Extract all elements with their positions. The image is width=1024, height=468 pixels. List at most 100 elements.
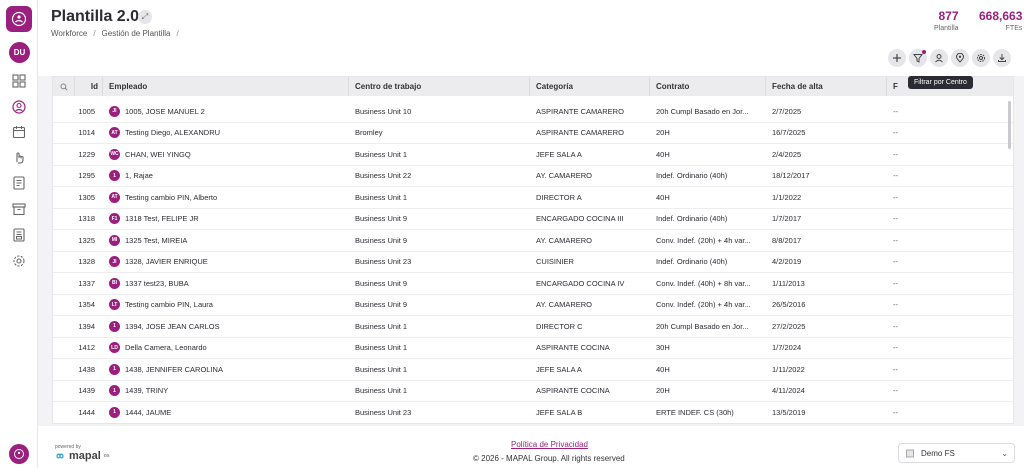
employee-name: Testing cambio PIN, Alberto: [125, 192, 218, 202]
table-row[interactable]: 1005 JI 1005, JOSE MANUEL 2 Business Unit 1…: [53, 101, 1013, 123]
cell-empleado[interactable]: 1 1444, JAUME: [103, 406, 349, 418]
table-row[interactable]: 1295 1 1, Rajae Business Unit 22 AY. CAMARER…: [53, 166, 1013, 187]
cell-empleado[interactable]: AT Testing cambio PIN, Alberto: [103, 191, 349, 203]
table-row[interactable]: 1229 WC CHAN, WEI YINGQ Business Unit 1 JEFE…: [53, 144, 1013, 166]
download-button[interactable]: [993, 49, 1011, 67]
cell-fecha-alta: 1/7/2024: [772, 343, 802, 353]
employee-name: 1439, TRINY: [125, 386, 169, 396]
company-selector[interactable]: Demo FS ⌄: [898, 443, 1015, 463]
cell-fecha-baja: --: [893, 128, 898, 138]
table-row[interactable]: 1438 1 1438, JENNIFER CAROLINA Business Uni…: [53, 359, 1013, 381]
employee-avatar: 1: [109, 320, 120, 332]
download-icon: [998, 54, 1006, 62]
table-row[interactable]: 1354 LT Testing cambio PIN, Laura Business …: [53, 295, 1013, 316]
table-scrollbar[interactable]: [1008, 101, 1011, 149]
hand-touch-icon[interactable]: [11, 149, 27, 165]
archive-icon[interactable]: [11, 201, 27, 217]
table-row[interactable]: 1305 AT Testing cambio PIN, Alberto Busines…: [53, 187, 1013, 209]
cell-fecha-baja: --: [893, 192, 898, 202]
filter-by-center-button[interactable]: [930, 49, 948, 67]
cell-empleado[interactable]: LD Della Camera, Leonardo: [103, 342, 349, 354]
privacy-policy-link[interactable]: Política de Privacidad: [511, 440, 588, 449]
cell-contrato: 40H: [656, 192, 670, 202]
dashboard-icon[interactable]: [11, 73, 27, 89]
app-logo-icon[interactable]: [6, 6, 32, 32]
table-row[interactable]: 1394 1 1394, JOSE JEAN CARLOS Business Unit…: [53, 316, 1013, 338]
stat-ftes: 668,663 FTEs: [979, 9, 1022, 32]
cell-fecha-alta: 1/11/2013: [772, 278, 805, 288]
cell-fecha-alta: 1/1/2022: [772, 192, 802, 202]
table-row[interactable]: 1439 1 1439, TRINY Business Unit 1 ASPIRANTE…: [53, 381, 1013, 402]
cell-fecha-alta: 8/8/2017: [772, 235, 802, 245]
cell-id: 1325: [78, 235, 95, 245]
cell-fecha-alta: 13/5/2019: [772, 407, 806, 417]
cell-categoria: DIRECTOR A: [536, 192, 582, 202]
cell-empleado[interactable]: LT Testing cambio PIN, Laura: [103, 299, 349, 311]
document-list-icon[interactable]: [11, 227, 27, 243]
column-header-categoria[interactable]: Categoría: [530, 77, 650, 96]
cell-fecha-alta: 2/4/2025: [772, 149, 802, 159]
cell-empleado[interactable]: 1 1438, JENNIFER CAROLINA: [103, 363, 349, 375]
cell-id: 1337: [78, 278, 95, 288]
calendar-icon[interactable]: [11, 124, 27, 140]
table-row[interactable]: 1337 BI 1337 test23, BUBA Business Unit 9 EN…: [53, 273, 1013, 295]
cell-fecha-baja: --: [893, 214, 898, 224]
cell-fecha-alta: 26/5/2016: [772, 300, 806, 310]
user-circle-icon[interactable]: [11, 99, 27, 115]
cell-empleado[interactable]: 1 1394, JOSE JEAN CARLOS: [103, 320, 349, 332]
column-header-empleado[interactable]: Empleado: [103, 77, 349, 96]
settings-gear-icon[interactable]: [11, 253, 27, 269]
table-row[interactable]: 1444 1 1444, JAUME Business Unit 23 JEFE SAL…: [53, 402, 1013, 423]
filter-icon: [913, 54, 923, 63]
filter-active-dot: [922, 50, 926, 54]
user-avatar[interactable]: DU: [9, 42, 30, 63]
table-row[interactable]: 1318 F1 1318 Test, FELIPE JR Business Unit …: [53, 209, 1013, 230]
cell-categoria: ENCARGADO COCINA III: [536, 214, 624, 224]
cell-centro: Business Unit 10: [355, 106, 412, 116]
brand-badge-icon[interactable]: [9, 444, 29, 464]
table-row[interactable]: 1412 LD Della Camera, Leonardo Business Uni…: [53, 338, 1013, 359]
settings-button[interactable]: [972, 49, 990, 67]
column-header-fecha-alta[interactable]: Fecha de alta: [766, 77, 887, 96]
table-header: Id Empleado Centro de trabajo Categoría …: [53, 77, 1013, 96]
cell-empleado[interactable]: 1 1, Rajae: [103, 170, 349, 182]
cell-contrato: 40H: [656, 149, 670, 159]
cell-categoria: ENCARGADO COCINA IV: [536, 278, 625, 288]
report-icon[interactable]: [11, 175, 27, 191]
cell-centro: Business Unit 1: [355, 386, 408, 396]
table-row[interactable]: 1014 AT Testing Diego, ALEXANDRU Bromley ASP…: [53, 123, 1013, 144]
cell-centro: Business Unit 1: [355, 149, 408, 159]
cell-empleado[interactable]: BI 1337 test23, BUBA: [103, 277, 349, 289]
column-header-contrato[interactable]: Contrato: [650, 77, 766, 96]
location-user-button[interactable]: [951, 49, 969, 67]
cell-centro: Business Unit 1: [355, 364, 408, 374]
cell-empleado[interactable]: F1 1318 Test, FELIPE JR: [103, 213, 349, 225]
expand-icon[interactable]: ⤢: [138, 10, 152, 24]
cell-contrato: Indef. Ordinario (40h): [656, 171, 728, 181]
breadcrumb-gestion[interactable]: Gestión de Plantilla: [102, 29, 171, 38]
filter-button[interactable]: [909, 49, 927, 67]
cell-id: 1394: [78, 321, 95, 331]
cell-empleado[interactable]: 1 1439, TRINY: [103, 385, 349, 397]
cell-categoria: ASPIRANTE COCINA: [536, 386, 610, 396]
cell-empleado[interactable]: MI 1325 Test, MIREIA: [103, 234, 349, 246]
employee-name: Testing cambio PIN, Laura: [125, 300, 213, 310]
employee-avatar: 1: [109, 363, 120, 375]
cell-centro: Business Unit 23: [355, 257, 412, 267]
cell-empleado[interactable]: AT Testing Diego, ALEXANDRU: [103, 127, 349, 139]
column-header-centro[interactable]: Centro de trabajo: [349, 77, 530, 96]
cell-categoria: CUISINIER: [536, 257, 574, 267]
employee-avatar: JI: [109, 256, 120, 268]
cell-empleado[interactable]: JI 1328, JAVIER ENRIQUE: [103, 256, 349, 268]
column-header-id[interactable]: Id: [75, 77, 103, 96]
cell-empleado[interactable]: WC CHAN, WEI YINGQ: [103, 148, 349, 160]
table-search-icon[interactable]: [53, 77, 75, 96]
table-row[interactable]: 1328 JI 1328, JAVIER ENRIQUE Business Unit …: [53, 252, 1013, 273]
cell-empleado[interactable]: JI 1005, JOSE MANUEL 2: [103, 105, 349, 117]
breadcrumb-workforce[interactable]: Workforce: [51, 29, 87, 38]
employee-name: 1325 Test, MIREIA: [125, 235, 188, 245]
add-button[interactable]: [888, 49, 906, 67]
cell-contrato: Indef. Ordinario (40h): [656, 257, 728, 267]
table-row[interactable]: 1325 MI 1325 Test, MIREIA Business Unit 9 AY…: [53, 230, 1013, 252]
cell-fecha-baja: --: [893, 364, 898, 374]
